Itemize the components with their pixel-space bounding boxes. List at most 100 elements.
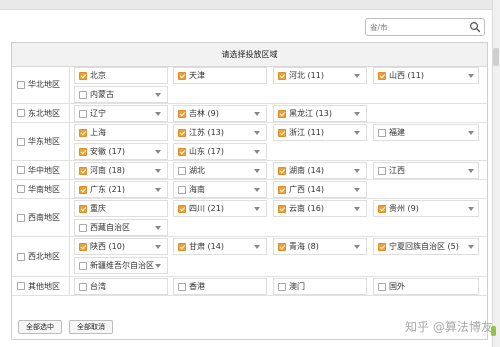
chevron-down-icon[interactable] — [254, 169, 260, 173]
province-checkbox[interactable] — [79, 204, 87, 213]
province-checkbox[interactable] — [378, 166, 386, 175]
province-checkbox[interactable] — [278, 185, 286, 194]
chevron-down-icon[interactable] — [155, 188, 161, 192]
province-checkbox[interactable] — [79, 109, 87, 118]
province-item[interactable]: 香港 — [173, 278, 267, 295]
province-item[interactable]: 江苏 (13) — [173, 124, 267, 141]
chevron-down-icon[interactable] — [254, 207, 260, 211]
region-label[interactable]: 华南地区 — [12, 180, 70, 198]
province-checkbox[interactable] — [178, 109, 186, 118]
search-icon[interactable] — [469, 21, 481, 33]
province-checkbox[interactable] — [79, 71, 87, 80]
province-item[interactable]: 浙江 (11) — [273, 124, 367, 141]
province-item[interactable]: 江西 — [373, 162, 479, 179]
region-checkbox[interactable] — [17, 109, 25, 117]
chevron-down-icon[interactable] — [468, 169, 474, 173]
province-checkbox[interactable] — [178, 128, 186, 137]
province-checkbox[interactable] — [278, 166, 286, 175]
chevron-down-icon[interactable] — [155, 264, 161, 268]
region-checkbox[interactable] — [17, 137, 25, 146]
region-label[interactable]: 华北地区 — [12, 66, 70, 103]
province-item[interactable]: 湖北 — [173, 162, 267, 179]
region-label[interactable]: 东北地区 — [12, 104, 70, 122]
province-checkbox[interactable] — [278, 109, 286, 118]
province-checkbox[interactable] — [178, 147, 186, 156]
province-checkbox[interactable] — [178, 242, 186, 251]
search-box[interactable] — [365, 18, 485, 36]
province-checkbox[interactable] — [178, 166, 186, 175]
region-checkbox[interactable] — [17, 282, 25, 290]
scrollbar-thumb[interactable] — [493, 48, 499, 66]
province-checkbox[interactable] — [79, 166, 87, 175]
province-item[interactable]: 西藏自治区 — [74, 219, 168, 236]
region-checkbox[interactable] — [17, 185, 25, 193]
region-label[interactable]: 西南地区 — [12, 199, 70, 236]
chevron-down-icon[interactable] — [468, 74, 474, 78]
search-input[interactable] — [370, 21, 466, 33]
chevron-down-icon[interactable] — [254, 245, 260, 249]
province-checkbox[interactable] — [378, 204, 386, 213]
province-item[interactable]: 内蒙古 — [74, 86, 168, 103]
province-checkbox[interactable] — [79, 223, 87, 232]
chevron-down-icon[interactable] — [155, 245, 161, 249]
province-item[interactable]: 贵州 (9) — [373, 200, 479, 217]
cancel-all-button[interactable]: 全部取消 — [69, 320, 113, 334]
province-item[interactable]: 澳门 — [273, 278, 367, 295]
region-checkbox[interactable] — [17, 252, 25, 261]
chevron-down-icon[interactable] — [468, 207, 474, 211]
province-checkbox[interactable] — [79, 185, 87, 194]
province-item[interactable]: 天津 — [173, 67, 267, 84]
province-item[interactable]: 陕西 (10) — [74, 238, 168, 255]
region-label[interactable]: 西北地区 — [12, 237, 70, 276]
province-item[interactable]: 宁夏回族自治区 (5) — [373, 238, 479, 255]
province-item[interactable]: 北京 — [74, 67, 168, 84]
province-checkbox[interactable] — [278, 242, 286, 251]
province-checkbox[interactable] — [278, 204, 286, 213]
chevron-down-icon[interactable] — [254, 131, 260, 135]
chevron-down-icon[interactable] — [468, 131, 474, 135]
province-checkbox[interactable] — [378, 128, 386, 137]
province-checkbox[interactable] — [79, 147, 87, 156]
province-item[interactable]: 海南 — [173, 181, 267, 198]
chevron-down-icon[interactable] — [354, 169, 360, 173]
province-checkbox[interactable] — [278, 128, 286, 137]
region-checkbox[interactable] — [17, 80, 25, 89]
chevron-down-icon[interactable] — [155, 93, 161, 97]
province-item[interactable]: 青海 (8) — [273, 238, 367, 255]
province-item[interactable]: 云南 (16) — [273, 200, 367, 217]
region-checkbox[interactable] — [17, 213, 25, 222]
province-item[interactable]: 四川 (21) — [173, 200, 267, 217]
province-checkbox[interactable] — [178, 204, 186, 213]
chevron-down-icon[interactable] — [155, 169, 161, 173]
select-all-button[interactable]: 全部选中 — [18, 320, 62, 334]
chevron-down-icon[interactable] — [254, 188, 260, 192]
province-checkbox[interactable] — [278, 71, 286, 80]
province-checkbox[interactable] — [79, 242, 87, 251]
region-label[interactable]: 其他地区 — [12, 277, 70, 295]
chevron-down-icon[interactable] — [354, 207, 360, 211]
province-item[interactable]: 山西 (11) — [373, 67, 479, 84]
chevron-down-icon[interactable] — [354, 131, 360, 135]
province-item[interactable]: 新疆维吾尔自治区 — [74, 257, 168, 274]
province-item[interactable]: 国外 — [373, 278, 479, 295]
province-item[interactable]: 广西 (14) — [273, 181, 367, 198]
province-item[interactable]: 甘肃 (14) — [173, 238, 267, 255]
province-checkbox[interactable] — [378, 242, 386, 251]
province-item[interactable]: 安徽 (17) — [74, 143, 168, 160]
province-checkbox[interactable] — [378, 282, 386, 291]
province-checkbox[interactable] — [178, 71, 186, 80]
region-checkbox[interactable] — [17, 166, 25, 174]
chevron-down-icon[interactable] — [155, 150, 161, 154]
province-checkbox[interactable] — [178, 282, 186, 291]
province-item[interactable]: 山东 (17) — [173, 143, 267, 160]
region-label[interactable]: 华东地区 — [12, 123, 70, 160]
province-item[interactable]: 湖南 (14) — [273, 162, 367, 179]
province-checkbox[interactable] — [278, 282, 286, 291]
province-item[interactable]: 河北 (11) — [273, 67, 367, 84]
chevron-down-icon[interactable] — [354, 74, 360, 78]
province-item[interactable]: 辽宁 — [74, 105, 168, 122]
chevron-down-icon[interactable] — [354, 245, 360, 249]
province-item[interactable]: 黑龙江 (13) — [273, 105, 367, 122]
province-checkbox[interactable] — [79, 90, 87, 99]
province-checkbox[interactable] — [79, 282, 87, 291]
